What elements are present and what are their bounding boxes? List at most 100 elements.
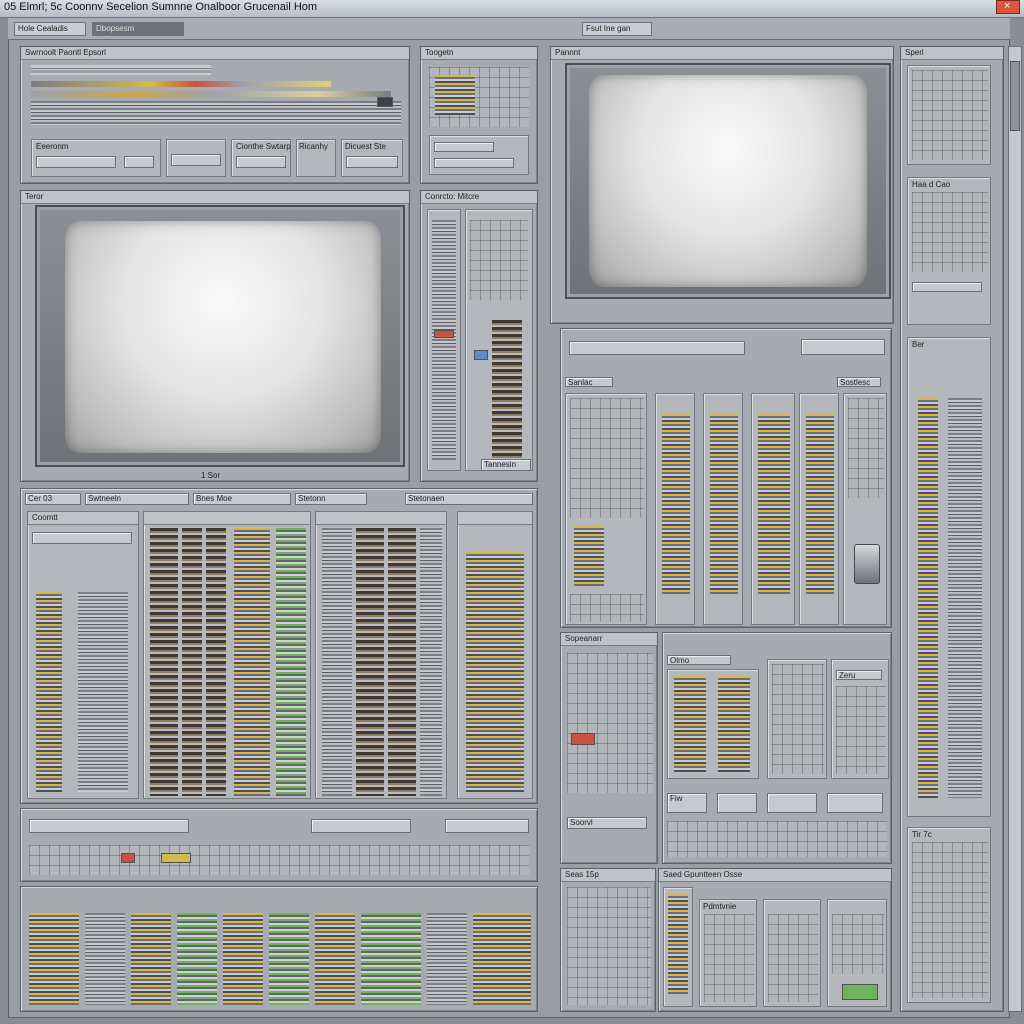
level-bar <box>31 81 331 87</box>
channel-block <box>827 899 887 1007</box>
field-input[interactable] <box>434 142 494 152</box>
fader-track <box>948 398 982 798</box>
bank-column <box>177 913 217 1005</box>
track-handle[interactable] <box>377 97 393 107</box>
control-grid <box>772 664 824 774</box>
field-block: Eeeronm <box>31 139 161 177</box>
control-grid <box>768 914 818 1002</box>
row-label[interactable]: Fiw <box>667 793 707 813</box>
deck-input[interactable]: Sanlac <box>565 377 613 387</box>
toolbar-button-3[interactable]: Fsut Ine gan <box>582 22 652 36</box>
list-filter[interactable] <box>32 532 132 544</box>
list-item-column <box>234 528 270 796</box>
top-left-panel: Swrnoolt Paontl Epsorl Eeeronm Cionthe S… <box>20 46 410 184</box>
list-tab[interactable]: Stetonn <box>295 493 367 505</box>
scrollbar-thumb[interactable] <box>1010 61 1020 131</box>
control-grid <box>470 220 528 300</box>
monitor-screen[interactable] <box>65 221 381 453</box>
transport-input[interactable] <box>311 819 411 833</box>
right-mid-input[interactable]: Soorvl <box>567 817 647 829</box>
fader-strip <box>427 209 461 471</box>
list-item-column <box>420 528 442 796</box>
side-block: Tir 7c <box>907 827 991 1003</box>
close-button[interactable]: × <box>996 0 1020 14</box>
right-mid-header: Sopeanarr <box>561 633 657 646</box>
indicator-column <box>662 414 690 594</box>
list-column <box>457 511 533 799</box>
list-column: Coomtt <box>27 511 139 799</box>
bank-column <box>427 913 467 1005</box>
side-strip-panel: Sperl Haa d Cao Ber Tir 7c <box>900 46 1004 1012</box>
status-indicator <box>842 984 878 1000</box>
play-indicator[interactable] <box>161 853 191 863</box>
knob-icon[interactable] <box>854 544 880 584</box>
indicator-column <box>718 676 750 772</box>
bank-column <box>29 913 79 1005</box>
field-input[interactable] <box>171 154 221 166</box>
bank-column <box>315 913 355 1005</box>
list-area-panel: Cer 03 Swtneeln Bnes Moe Stetonn Stetona… <box>20 488 538 804</box>
list-item-column <box>356 528 384 796</box>
control-grid <box>912 70 988 160</box>
field-input[interactable] <box>36 156 116 168</box>
deck-button[interactable] <box>801 339 885 355</box>
right-mid-panel-a: Sopeanarr Soorvl <box>560 632 658 864</box>
control-grid <box>836 686 886 774</box>
bank-column <box>473 913 531 1005</box>
row-label[interactable]: Olmo <box>667 655 731 665</box>
deck-input[interactable] <box>569 341 745 355</box>
control-grid <box>567 887 651 1005</box>
indicator-column <box>710 414 738 594</box>
toolbar-button-2[interactable]: Dbopsesm <box>92 22 184 36</box>
mid-column-footer-button[interactable]: Tannesin <box>481 459 531 471</box>
row-button[interactable] <box>827 793 883 813</box>
field-label: Eeeronm <box>36 142 69 151</box>
list-column-header: Coomtt <box>28 512 138 525</box>
monitor-screen[interactable] <box>589 75 867 287</box>
side-block: Haa d Cao <box>907 177 991 325</box>
crt-monitor-icon <box>35 205 405 467</box>
field-input[interactable] <box>346 156 398 168</box>
channel-strip <box>799 393 839 625</box>
control-deck-panel: Sanlac Sostlesc <box>560 328 892 628</box>
bank-column <box>361 913 421 1005</box>
field-input[interactable] <box>236 156 286 168</box>
list-tab[interactable]: Swtneeln <box>85 493 189 505</box>
list-item-column <box>78 592 128 792</box>
fader-track <box>432 220 456 460</box>
monitor-right-header: Pannnt <box>551 47 893 60</box>
list-tab[interactable]: Stetonaen <box>405 493 533 505</box>
fader-knob[interactable] <box>434 330 454 338</box>
transport-input[interactable] <box>29 819 189 833</box>
field-input[interactable] <box>434 158 514 168</box>
channel-block: Pdmtvnie <box>699 899 757 1007</box>
list-item-column <box>276 528 306 796</box>
side-input[interactable] <box>912 282 982 292</box>
control-grid <box>832 914 884 974</box>
field-label: Ricanhy <box>299 142 328 151</box>
field-label: Dicuest Ste <box>345 142 386 151</box>
deck-input[interactable]: Sostlesc <box>837 377 881 387</box>
row-button[interactable] <box>717 793 757 813</box>
title-bar: 05 Elmrl; 5c Coonnv Secelion Sumnne Onal… <box>0 0 1024 18</box>
mid-column-top-panel: Toogetn <box>420 46 538 184</box>
bottom-right-header: Saed Gpuntteen Osse <box>659 869 891 882</box>
vertical-scrollbar[interactable] <box>1008 46 1022 1012</box>
side-block <box>907 65 991 165</box>
row-label[interactable]: Zeru <box>836 670 882 680</box>
side-label: Ber <box>912 340 925 349</box>
side-block: Ber <box>907 337 991 817</box>
list-tab[interactable]: Cer 03 <box>25 493 81 505</box>
field-button[interactable] <box>124 156 154 168</box>
bank-column <box>131 913 171 1005</box>
row-button[interactable] <box>767 793 817 813</box>
record-indicator[interactable] <box>121 853 135 863</box>
transport-input[interactable] <box>445 819 529 833</box>
channel-block <box>767 659 827 779</box>
list-tab[interactable]: Bnes Moe <box>193 493 291 505</box>
side-label: Tir 7c <box>912 830 932 839</box>
indicator-column <box>918 398 938 798</box>
top-left-panel-header: Swrnoolt Paontl Epsorl <box>21 47 409 60</box>
toolbar-button-1[interactable]: Hole Cealadis <box>14 22 86 36</box>
channel-label: Pdmtvnie <box>703 902 737 911</box>
